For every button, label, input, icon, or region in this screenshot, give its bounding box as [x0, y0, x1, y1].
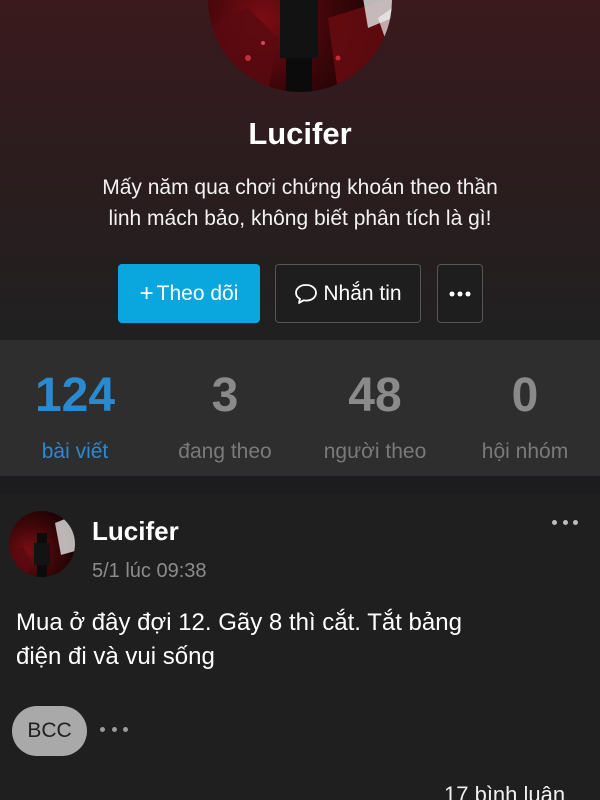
stat-value: 48 [348, 369, 402, 422]
stock-tag-chip[interactable]: BCC [12, 706, 87, 756]
message-label: Nhắn tin [323, 281, 402, 305]
profile-header: Lucifer Mấy năm qua chơi chứng khoán the… [0, 0, 600, 340]
follow-label: Theo dõi [156, 281, 239, 305]
stat-value: 3 [211, 369, 239, 422]
stats-bar: 124 bài viết 3 đang theo 48 người theo 0… [0, 340, 600, 476]
profile-bio-line: linh mách bảo, không biết phân tích là g… [108, 207, 492, 230]
post-timestamp: 5/1 lúc 09:38 [92, 560, 207, 582]
profile-avatar[interactable] [208, 0, 392, 92]
tags-more-icon[interactable] [100, 722, 128, 736]
stat-following[interactable]: 3 đang theo [150, 340, 300, 476]
profile-name: Lucifer [248, 116, 352, 151]
profile-bio: Mấy năm qua chơi chứng khoán theo thần l… [40, 172, 560, 234]
post-card: Lucifer 5/1 lúc 09:38 Mua ở đây đợi 12. … [0, 494, 600, 800]
post-body: Mua ở đây đợi 12. Gãy 8 thì cắt. Tắt bản… [16, 606, 586, 674]
profile-avatar-image [208, 0, 392, 92]
message-button[interactable]: Nhắn tin [275, 264, 421, 323]
stat-label: đang theo [178, 440, 272, 463]
stat-posts[interactable]: 124 bài viết [0, 340, 150, 476]
post-author[interactable]: Lucifer [92, 516, 179, 547]
chat-bubble-icon [294, 283, 318, 305]
post-body-line: Mua ở đây đợi 12. Gãy 8 thì cắt. Tắt bản… [16, 609, 462, 636]
more-options-button[interactable] [437, 264, 483, 323]
stat-value: 124 [34, 369, 116, 422]
more-dots-icon [449, 291, 471, 296]
post-menu-icon[interactable] [548, 512, 582, 532]
stat-value: 0 [511, 369, 539, 422]
post-avatar[interactable] [9, 511, 75, 577]
post-avatar-image [9, 515, 75, 577]
stat-groups[interactable]: 0 hội nhóm [450, 340, 600, 476]
post-body-line: điện đi và vui sống [16, 643, 215, 670]
stat-label: bài viết [41, 440, 109, 463]
comment-count-link[interactable]: 17 bình luận [444, 782, 565, 800]
plus-icon: + [139, 279, 154, 307]
stat-label: hội nhóm [481, 440, 569, 463]
stat-label: người theo [323, 440, 427, 463]
profile-bio-line: Mấy năm qua chơi chứng khoán theo thần [102, 176, 498, 199]
follow-button[interactable]: + Theo dõi [118, 264, 260, 323]
stat-followers[interactable]: 48 người theo [300, 340, 450, 476]
profile-page: Lucifer Mấy năm qua chơi chứng khoán the… [0, 0, 600, 800]
